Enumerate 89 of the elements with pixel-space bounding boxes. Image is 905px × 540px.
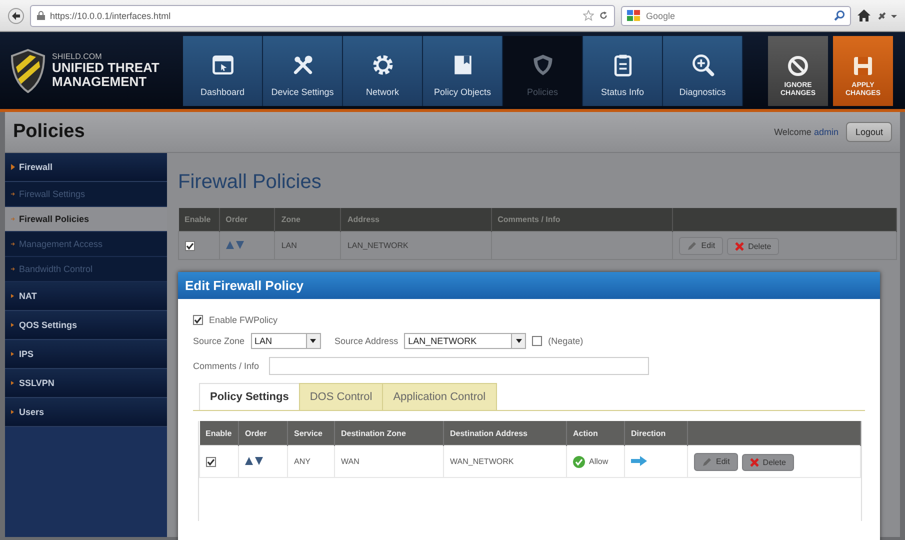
field-label: Comments / Info	[193, 361, 260, 371]
delete-button[interactable]: Delete	[727, 238, 780, 254]
logout-button[interactable]: Logout	[846, 122, 892, 142]
triangle-icon	[11, 409, 15, 415]
column-header: Enable	[200, 421, 238, 446]
checkbox-label: (Negate)	[548, 336, 584, 346]
page-title: Policies	[13, 121, 86, 143]
tab[interactable]: Application Control	[382, 383, 497, 410]
checkbox-label: Enable FWPolicy	[209, 315, 278, 325]
column-header: Address	[340, 208, 492, 232]
triangle-icon	[11, 380, 15, 386]
tab[interactable]: DOS Control	[298, 383, 384, 410]
checkbox[interactable]	[185, 240, 195, 250]
nav-button[interactable]: Network	[343, 36, 423, 106]
zoom-icon	[690, 52, 716, 78]
sidebar-group[interactable]: SSLVPN	[5, 369, 167, 398]
checkbox[interactable]	[532, 336, 542, 346]
search-icon[interactable]	[834, 10, 845, 21]
right-arrow-icon	[631, 456, 647, 466]
checkbox[interactable]	[193, 315, 203, 325]
pencil-icon	[702, 456, 712, 466]
column-header: Destination Zone	[334, 421, 444, 446]
checkbox[interactable]	[206, 456, 216, 466]
sort-arrows-icon[interactable]	[245, 456, 263, 465]
table-cell: WAN	[334, 446, 444, 478]
arrow-icon	[11, 216, 15, 222]
lock-icon	[37, 11, 45, 20]
cross-icon	[735, 242, 744, 250]
triangle-icon	[11, 164, 15, 170]
url-field[interactable]: https://10.0.0.1/interfaces.html	[30, 4, 615, 26]
sidebar-item[interactable]: Firewall Policies	[5, 207, 167, 232]
comments-field[interactable]	[269, 357, 650, 375]
cross-icon	[750, 458, 759, 466]
triangle-icon	[11, 322, 15, 328]
table-cell: WAN_NETWORK	[444, 446, 566, 478]
table-cell: ANY	[288, 446, 334, 478]
shield-logo-icon	[10, 48, 46, 92]
caret-icon	[310, 339, 316, 343]
field-label: Source Zone	[193, 336, 245, 346]
sidebar-group[interactable]: QOS Settings	[5, 311, 167, 340]
logo-domain: SHIELD.COM	[52, 52, 103, 61]
column-header: Service	[288, 421, 334, 446]
triangle-icon	[11, 293, 15, 299]
tab[interactable]: Policy Settings	[199, 383, 300, 410]
sidebar-group[interactable]: Firewall	[5, 153, 167, 182]
sidebar-group[interactable]: NAT	[5, 282, 167, 311]
column-header: Order	[219, 208, 275, 232]
reload-icon[interactable]	[599, 11, 608, 20]
dialog-title: Edit Firewall Policy	[178, 272, 880, 299]
column-header: Zone	[274, 208, 341, 232]
add-on-icon[interactable]	[877, 10, 897, 20]
search-engine-icon	[627, 10, 641, 22]
sidebar-group[interactable]: Users	[5, 398, 167, 427]
action-text: Allow	[589, 457, 608, 466]
column-header: Direction	[624, 421, 688, 446]
sidebar-group[interactable]: IPS	[5, 340, 167, 369]
arrow-icon	[11, 266, 15, 272]
search-field[interactable]: Google	[621, 6, 851, 26]
nav-button[interactable]: Status Info	[583, 36, 663, 106]
edit-button[interactable]: Edit	[694, 452, 738, 470]
field-label: Source Address	[334, 336, 398, 346]
home-icon[interactable]	[857, 9, 871, 22]
arrow-icon	[11, 241, 15, 247]
welcome-text: Welcome admin	[774, 127, 838, 137]
back-icon[interactable]	[8, 8, 24, 24]
logo-title: UNIFIED THREAT MANAGEMENT	[52, 61, 160, 89]
triangle-icon	[11, 351, 15, 357]
table-cell: LAN_NETWORK	[340, 232, 492, 260]
nav-button[interactable]: Policy Objects	[423, 36, 503, 106]
no-entry-icon	[787, 54, 809, 76]
arrow-icon	[11, 191, 15, 197]
column-header: Action	[566, 421, 624, 446]
check-circle-icon	[573, 456, 585, 468]
source-zone-select[interactable]: LAN	[250, 333, 321, 349]
delete-button[interactable]: Delete	[742, 454, 794, 470]
nav-button[interactable]: Device Settings	[263, 36, 343, 106]
star-icon[interactable]	[583, 10, 594, 21]
table-cell: LAN	[274, 232, 341, 260]
edit-button[interactable]: Edit	[679, 236, 724, 254]
column-header: Comments / Info	[491, 208, 673, 232]
column-header: Destination Address	[444, 421, 566, 446]
section-heading: Firewall Policies	[178, 171, 322, 194]
nav-button[interactable]: Diagnostics	[663, 36, 743, 106]
pencil-icon	[687, 240, 698, 250]
nav-button[interactable]: Dashboard	[183, 36, 263, 106]
column-header: Enable	[178, 208, 220, 232]
column-header: Order	[238, 421, 288, 446]
source-address-select[interactable]: LAN_NETWORK	[404, 333, 526, 349]
caret-icon	[516, 339, 522, 343]
